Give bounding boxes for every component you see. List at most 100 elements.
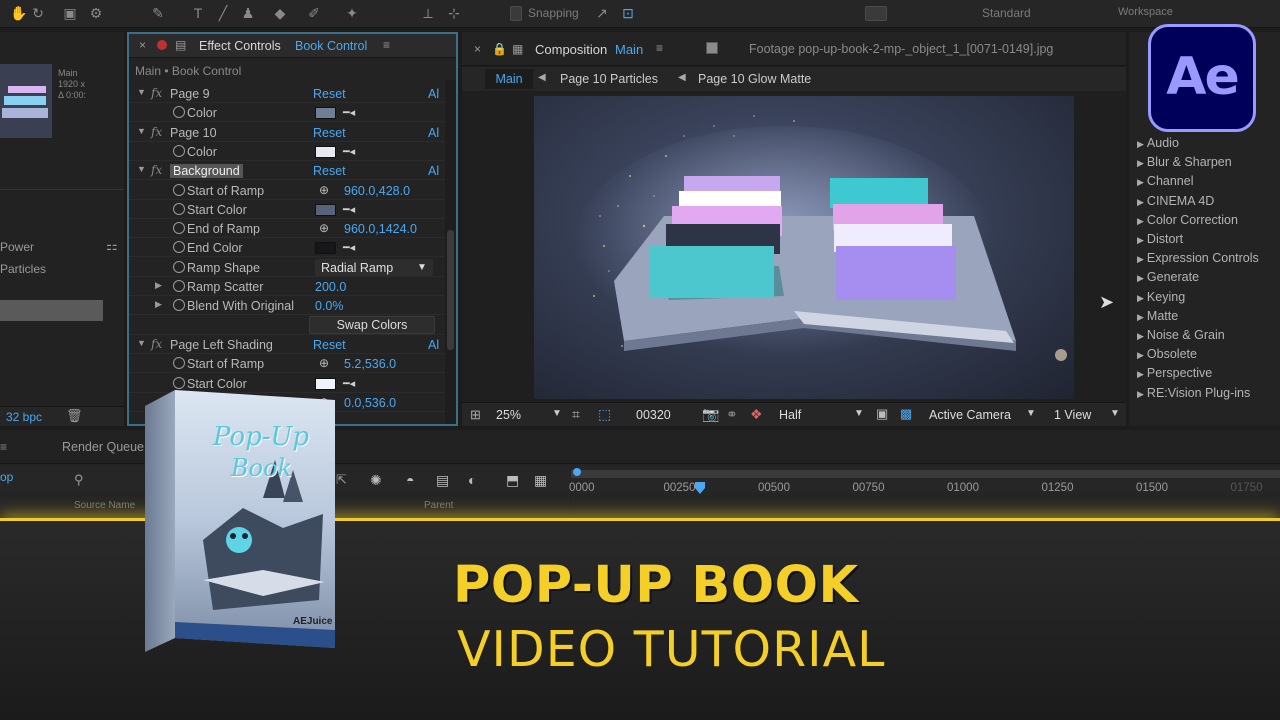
- effect-category[interactable]: ▶ Expression Controls: [1137, 251, 1259, 265]
- stopwatch-icon[interactable]: [173, 144, 185, 157]
- color-swatch[interactable]: [315, 242, 336, 255]
- reset-link[interactable]: Reset: [313, 164, 346, 178]
- stopwatch-icon[interactable]: [173, 280, 185, 292]
- graph-editor-icon[interactable]: ⬒: [506, 472, 519, 489]
- point-value[interactable]: 960.0,428.0: [344, 184, 410, 198]
- workspace-toggle[interactable]: [865, 6, 887, 21]
- expand-triangle-icon[interactable]: ▶: [1137, 331, 1144, 341]
- effect-category[interactable]: ▶ Blur & Sharpen: [1137, 155, 1232, 169]
- bpc-label[interactable]: 32 bpc: [6, 410, 42, 424]
- effect-property-row[interactable]: End of Ramp ⊕ 960.0,1424.0: [129, 219, 445, 239]
- expand-triangle-icon[interactable]: ▶: [1137, 389, 1144, 399]
- effect-category[interactable]: ▶ Noise & Grain: [1137, 328, 1225, 342]
- fx-icon[interactable]: fx: [151, 125, 162, 139]
- color-swatch[interactable]: [315, 377, 336, 390]
- chevron-down-icon[interactable]: ▼: [417, 262, 427, 273]
- reset-link[interactable]: Reset: [313, 87, 346, 101]
- stopwatch-icon[interactable]: [173, 357, 185, 370]
- project-item-selected[interactable]: [0, 300, 103, 321]
- snapshot-icon[interactable]: 📷: [702, 406, 719, 423]
- eyedropper-icon[interactable]: ━◂: [343, 145, 363, 158]
- region-icon[interactable]: ⌗: [572, 406, 580, 423]
- panel-options-icon[interactable]: ≡: [656, 41, 663, 55]
- chevron-down-icon[interactable]: ▼: [552, 408, 562, 419]
- rotate-tool-icon[interactable]: ↻: [30, 5, 46, 21]
- fx-icon[interactable]: fx: [151, 163, 162, 177]
- work-area-start[interactable]: [573, 468, 581, 476]
- views-select[interactable]: 1 View: [1054, 408, 1091, 422]
- effect-property-row[interactable]: Start of Ramp ⊕ 960.0,428.0: [129, 181, 445, 200]
- expand-triangle-icon[interactable]: ▶: [1137, 273, 1144, 283]
- composition-tab-label[interactable]: Composition: [535, 42, 607, 57]
- close-icon[interactable]: ×: [474, 42, 481, 56]
- lock-icon[interactable]: [157, 40, 167, 50]
- puppet-tool-icon[interactable]: ✦: [344, 5, 360, 21]
- effect-property-row[interactable]: Ramp Shape Radial Ramp ▼: [129, 258, 445, 277]
- breadcrumb-glow-matte[interactable]: Page 10 Glow Matte: [698, 72, 811, 86]
- project-item-particles[interactable]: Particles: [0, 262, 46, 276]
- search-icon[interactable]: ⚲: [74, 472, 84, 488]
- brush-tool-icon[interactable]: ╱: [215, 5, 231, 21]
- expand-triangle-icon[interactable]: ▼: [137, 164, 146, 174]
- flowchart-icon[interactable]: ⚏: [106, 238, 118, 254]
- expand-triangle-icon[interactable]: ▶: [1137, 312, 1144, 322]
- composition-viewer[interactable]: ➤: [534, 96, 1114, 399]
- pen-tool-icon[interactable]: ✎: [150, 5, 166, 21]
- snapping-checkbox[interactable]: [510, 6, 522, 21]
- expand-triangle-icon[interactable]: ▶: [155, 299, 162, 310]
- camera-tool-icon[interactable]: ▣: [62, 5, 78, 21]
- effect-property-row[interactable]: Swap Colors: [129, 315, 445, 335]
- show-snapshot-icon[interactable]: ⚭: [726, 406, 738, 423]
- color-swatch[interactable]: [315, 107, 336, 120]
- effect-header[interactable]: ▼ fx Page 9 Reset Al: [129, 84, 445, 103]
- panel-options-icon[interactable]: ≡: [383, 38, 390, 52]
- expand-triangle-icon[interactable]: ▶: [155, 280, 162, 291]
- reset-link[interactable]: Reset: [313, 338, 346, 352]
- stopwatch-icon[interactable]: [173, 260, 185, 273]
- workspace-menu[interactable]: Workspace: [1118, 6, 1173, 18]
- motion-blur-icon[interactable]: ◐: [468, 472, 476, 488]
- effect-property-row[interactable]: ▶ Blend With Original 0.0%: [129, 296, 445, 316]
- about-link[interactable]: Al: [428, 164, 439, 178]
- expand-triangle-icon[interactable]: ▼: [137, 87, 146, 97]
- chevron-down-icon[interactable]: ▼: [854, 408, 864, 419]
- breadcrumb-main[interactable]: Main: [485, 69, 533, 89]
- expand-triangle-icon[interactable]: ▶: [1137, 158, 1144, 168]
- trash-icon[interactable]: 🗑: [66, 408, 83, 424]
- zoom-select[interactable]: 25%: [496, 408, 521, 422]
- effect-category[interactable]: ▶ Keying: [1137, 290, 1185, 304]
- stopwatch-icon[interactable]: [173, 376, 185, 389]
- about-link[interactable]: Al: [428, 126, 439, 140]
- effect-category[interactable]: ▶ Audio: [1137, 136, 1179, 150]
- expand-triangle-icon[interactable]: ▼: [137, 338, 146, 348]
- expand-triangle-icon[interactable]: ▶: [1137, 350, 1144, 360]
- effect-category[interactable]: ▶ Channel: [1137, 174, 1194, 188]
- property-value[interactable]: 0.0%: [315, 299, 344, 313]
- channel-icon[interactable]: ❖: [750, 406, 763, 423]
- close-icon[interactable]: ≡: [0, 440, 7, 454]
- expand-triangle-icon[interactable]: ▶: [1137, 254, 1144, 264]
- stamp-tool-icon[interactable]: ♟: [240, 5, 256, 21]
- point-value[interactable]: 5.2,536.0: [344, 357, 396, 371]
- dropdown-value[interactable]: Radial Ramp: [321, 261, 393, 275]
- effect-category[interactable]: ▶ Color Correction: [1137, 213, 1238, 227]
- draft-3d-icon[interactable]: ✺: [370, 472, 382, 489]
- project-item-power[interactable]: Power: [0, 240, 34, 254]
- effect-header[interactable]: ▼ fx Page 10 Reset Al: [129, 123, 445, 142]
- snap-edge-icon[interactable]: ↗: [594, 5, 610, 21]
- stopwatch-icon[interactable]: [173, 299, 185, 312]
- type-tool-icon[interactable]: T: [190, 5, 206, 21]
- stopwatch-icon[interactable]: [173, 202, 185, 215]
- fx-icon[interactable]: fx: [151, 86, 162, 100]
- effect-property-row[interactable]: End Color ━◂: [129, 238, 445, 258]
- effect-header[interactable]: ▼ fx Background Reset Al: [129, 161, 445, 181]
- expand-triangle-icon[interactable]: ▶: [1137, 177, 1144, 187]
- stopwatch-icon[interactable]: [173, 222, 185, 235]
- effect-category[interactable]: ▶ Generate: [1137, 270, 1199, 284]
- point-value[interactable]: 960.0,1424.0: [344, 222, 417, 236]
- effect-controls-tab[interactable]: × ▤ Effect Controls Book Control ≡: [129, 34, 456, 58]
- effect-property-row[interactable]: Start Color ━◂: [129, 200, 445, 219]
- roi-icon[interactable]: ▣: [876, 406, 888, 422]
- effect-category[interactable]: ▶ RE:Vision Plug-ins: [1137, 386, 1250, 400]
- effect-header[interactable]: ▼ fx Page Left Shading Reset Al: [129, 335, 445, 354]
